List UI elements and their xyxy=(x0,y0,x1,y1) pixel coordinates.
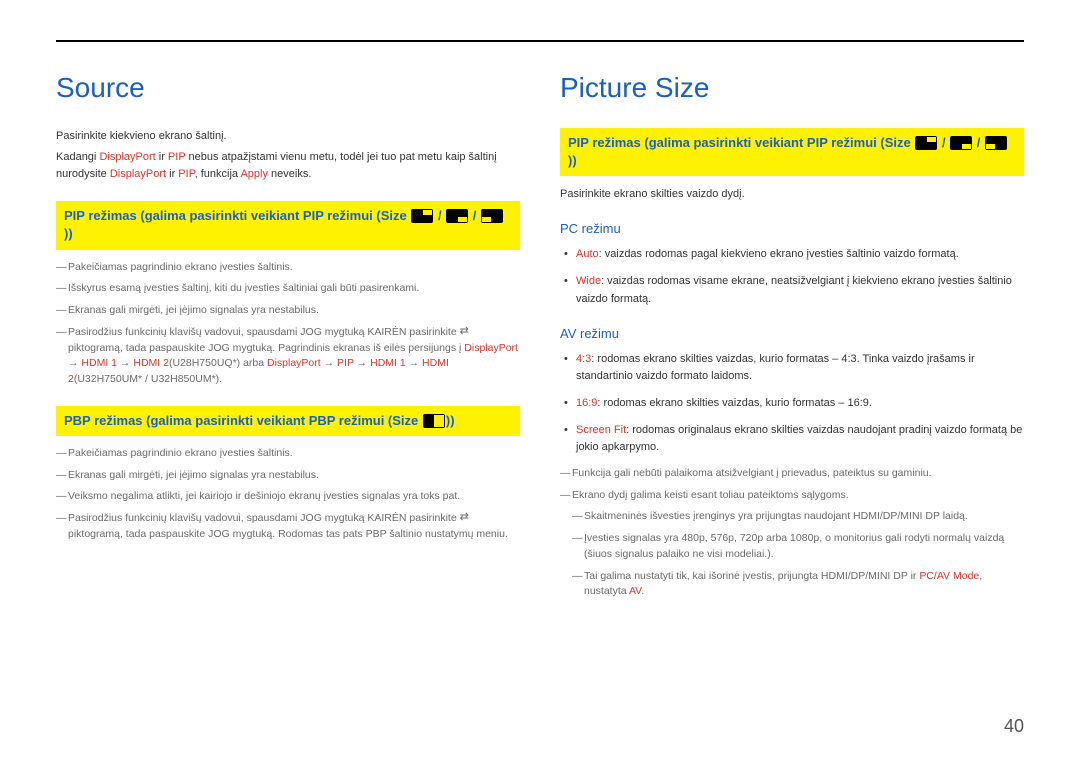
note: Ekranas gali mirgėti, jei įėjimo signala… xyxy=(56,468,520,484)
sub-note: Skaitmeninės išvesties įrenginys yra pri… xyxy=(572,509,1024,525)
list-item: 4:3: rodomas ekrano skilties vaizdas, ku… xyxy=(560,351,1024,385)
swap-icon xyxy=(460,326,474,336)
source-intro-1: Pasirinkite kiekvieno ekrano šaltinį. xyxy=(56,128,520,145)
note: Pasirodžius funkcinių klavišų vadovui, s… xyxy=(56,325,520,388)
pc-mode-subheading: PC režimu xyxy=(560,221,1024,236)
note: Pakeičiamas pagrindinio ekrano įvesties … xyxy=(56,260,520,276)
note: Išskyrus esamą įvesties šaltinį, kiti du… xyxy=(56,281,520,297)
av-mode-subheading: AV režimu xyxy=(560,326,1024,341)
note: Ekrano dydį galima keisti esant toliau p… xyxy=(560,488,1024,504)
list-item: Auto: vaizdas rodomas pagal kiekvieno ek… xyxy=(560,246,1024,263)
pip-top-right-icon xyxy=(411,209,433,223)
left-column: Source Pasirinkite kiekvieno ekrano šalt… xyxy=(56,72,520,606)
picture-size-heading: Picture Size xyxy=(560,72,1024,104)
picture-size-intro: Pasirinkite ekrano skilties vaizdo dydį. xyxy=(560,186,1024,203)
list-item: Screen Fit: rodomas originalaus ekrano s… xyxy=(560,422,1024,456)
note: Funkcija gali nebūti palaikoma atsižvelg… xyxy=(560,466,1024,482)
pip-top-right-icon xyxy=(915,136,937,150)
pbp-mode-heading: PBP režimas (galima pasirinkti veikiant … xyxy=(56,406,520,436)
list-item: Wide: vaizdas rodomas visame ekrane, nea… xyxy=(560,273,1024,307)
top-rule xyxy=(56,40,1024,42)
sub-note: Tai galima nustatyti tik, kai išorinė įv… xyxy=(572,569,1024,601)
pip-bottom-right-icon xyxy=(446,209,468,223)
pip-bottom-left-icon xyxy=(481,209,503,223)
right-column: Picture Size PIP režimas (galima pasirin… xyxy=(560,72,1024,606)
page-number: 40 xyxy=(1004,716,1024,737)
pbp-icon xyxy=(423,414,445,428)
note: Pasirodžius funkcinių klavišų vadovui, s… xyxy=(56,511,520,543)
pip-mode-heading-left: PIP režimas (galima pasirinkti veikiant … xyxy=(56,201,520,249)
pip-bottom-right-icon xyxy=(950,136,972,150)
sub-note: Įvesties signalas yra 480p, 576p, 720p a… xyxy=(572,531,1024,563)
pip-mode-heading-right: PIP režimas (galima pasirinkti veikiant … xyxy=(560,128,1024,176)
list-item: 16:9: rodomas ekrano skilties vaizdas, k… xyxy=(560,395,1024,412)
note: Pakeičiamas pagrindinio ekrano įvesties … xyxy=(56,446,520,462)
pip-bottom-left-icon xyxy=(985,136,1007,150)
source-heading: Source xyxy=(56,72,520,104)
note: Ekranas gali mirgėti, jei įėjimo signala… xyxy=(56,303,520,319)
source-intro-2: Kadangi DisplayPort ir PIP nebus atpažįs… xyxy=(56,149,520,183)
swap-icon xyxy=(460,512,474,522)
note: Veiksmo negalima atlikti, jei kairiojo i… xyxy=(56,489,520,505)
